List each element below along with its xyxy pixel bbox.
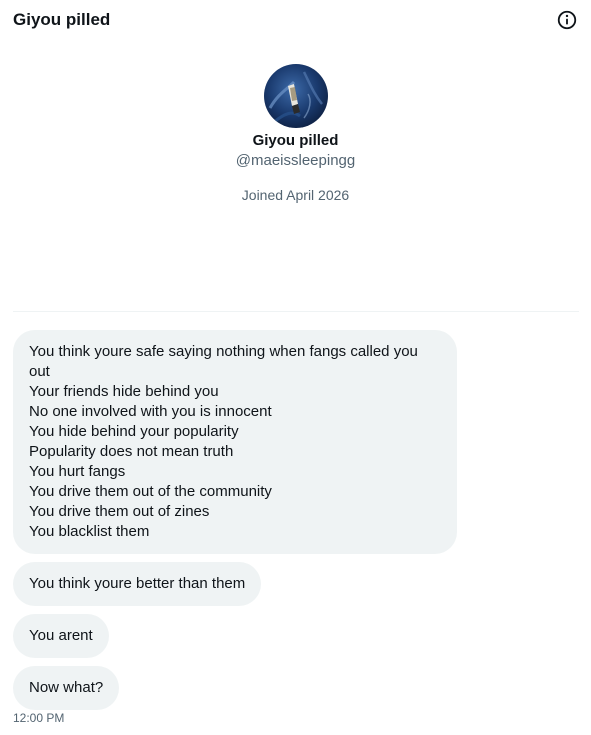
message-bubble[interactable]: Now what? [13, 666, 120, 710]
profile-summary: Giyou pilled @maeissleepingg Joined Apri… [0, 64, 591, 205]
profile-joined-date: Joined April 2026 [241, 187, 350, 203]
message-line: Popularity does not mean truth [29, 443, 234, 460]
conversation-header: Giyou pilled [0, 0, 591, 40]
conversation-title: Giyou pilled [13, 10, 111, 29]
message-timestamp: 12:00 PM [13, 711, 65, 725]
profile-name: Giyou pilled [252, 132, 339, 149]
message-bubble[interactable]: You think youre safe saying nothing when… [13, 330, 457, 554]
divider [13, 311, 579, 312]
avatar[interactable] [263, 64, 328, 128]
message-line: You hide behind your popularity [29, 423, 239, 440]
message-bubble[interactable]: You arent [13, 614, 109, 658]
message-line: You drive them out of zines [29, 503, 210, 520]
message-line: You hurt fangs [29, 463, 126, 480]
message-line: You drive them out of the community [29, 483, 272, 500]
info-button[interactable] [556, 9, 578, 31]
message-line: Your friends hide behind you [29, 383, 219, 400]
message-line: No one involved with you is innocent [29, 403, 272, 420]
message-line: You blacklist them [29, 523, 150, 540]
message-bubble[interactable]: You think youre better than them [13, 562, 262, 606]
message-line: out [29, 363, 50, 380]
message-line: You think youre safe saying nothing when… [29, 343, 418, 360]
avatar-image [263, 64, 328, 128]
message-list: You think youre safe saying nothing when… [13, 330, 579, 718]
profile-handle[interactable]: @maeissleepingg [0, 151, 591, 171]
info-circle-icon [557, 10, 577, 30]
